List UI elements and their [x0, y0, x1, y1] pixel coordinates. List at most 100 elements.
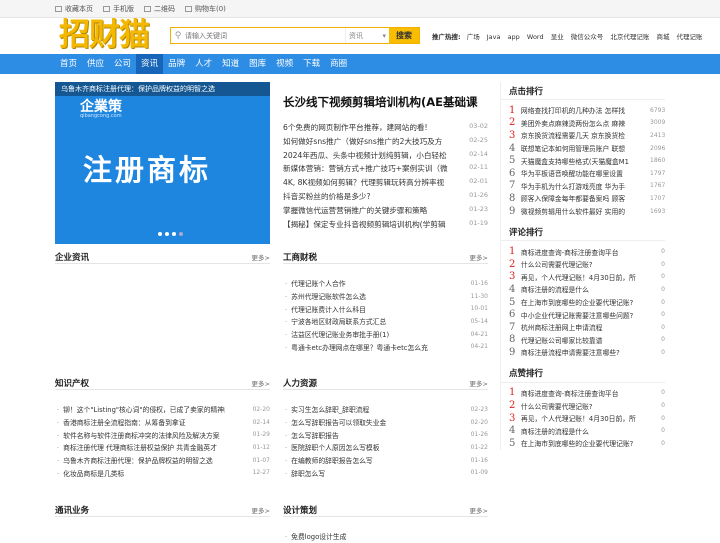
news-item[interactable]: 新媒体营销：营销方式+推广技巧+案例实训（微 02-11 — [283, 163, 488, 177]
rank-item[interactable]: 1 商标进度查询-商标注册查询平台 0 — [501, 245, 665, 258]
list-item-title[interactable]: 粤通卡etc办理网点在哪里？粤通卡etc怎么充 — [283, 342, 453, 352]
rank-item[interactable]: 7 华为手机为什么打游戏亮度 华为手 1767 — [501, 180, 665, 193]
list-item[interactable]: 辞职怎么写 01-09 — [283, 466, 488, 479]
rank-item[interactable]: 4 商标注册的流程是什么 0 — [501, 283, 665, 296]
rank-item[interactable]: 4 商标注册的流程是什么 0 — [501, 424, 665, 437]
more-link[interactable]: 更多> — [470, 505, 488, 515]
list-item[interactable]: 宁波各地区财政局联系方式汇总 05-14 — [283, 315, 488, 328]
rank-item[interactable]: 3 京东换货流程需要几天 京东换货检 2413 — [501, 129, 665, 142]
list-item-title[interactable]: 软件名称与软件注册商标冲突的法律风险及解决方案 — [55, 430, 225, 440]
list-item[interactable]: 铆！这个"Listing"核心词"的侵权，已成了卖家的精神内 02-20 — [55, 403, 270, 416]
slide-dot[interactable] — [179, 232, 183, 236]
rank-item-title[interactable]: 联想笔记本如何用管理员账户 联想 — [521, 143, 650, 153]
list-item[interactable]: 实习生怎么辞职_辞职流程 02-23 — [283, 403, 488, 416]
banner-slideshow[interactable]: 企業策 qibangcong.com 乌鲁木齐商标注册代理：保护品牌权益的明智之… — [55, 82, 270, 244]
list-item-title[interactable]: 苏州代理记账软件怎么选 — [283, 291, 453, 301]
nav-item[interactable]: 图库 — [244, 54, 271, 74]
rank-item[interactable]: 2 什么公司需要代理记账? 0 — [501, 258, 665, 271]
list-item[interactable]: 乌鲁木齐商标注册代理：保护品牌权益的明智之选 01-07 — [55, 454, 270, 467]
hot-word[interactable]: 商城 — [656, 33, 669, 41]
nav-item[interactable]: 人才 — [190, 54, 217, 74]
favorite-link[interactable]: 收藏本页 — [55, 4, 93, 14]
list-item[interactable]: 粤通卡etc办理网点在哪里？粤通卡etc怎么充 04-21 — [283, 340, 488, 353]
hot-word[interactable]: 代理记账 — [677, 33, 703, 41]
cart-link[interactable]: 购物车(0) — [185, 4, 226, 14]
list-item[interactable]: 软件名称与软件注册商标冲突的法律风险及解决方案 01-29 — [55, 428, 270, 441]
rank-item[interactable]: 9 商标注册流程申请需要注意哪些? 0 — [501, 346, 665, 359]
rank-item-title[interactable]: 杭州商标注册网上申请流程 — [521, 322, 650, 332]
slide-dots[interactable] — [158, 232, 186, 236]
list-item[interactable]: 代理记账个人合作 01-16 — [283, 277, 488, 290]
site-logo[interactable]: 招财猫 — [59, 16, 150, 54]
nav-item[interactable]: 公司 — [109, 54, 136, 74]
rank-item[interactable]: 1 网络查找打印机的几种办法 怎样找 6793 — [501, 104, 665, 117]
banner-caption[interactable]: 乌鲁木齐商标注册代理：保护品牌权益的明智之选 — [55, 82, 270, 96]
news-item[interactable]: 2024年西瓜、头条中视频计划纯剪辑，小白轻松 02-14 — [283, 150, 488, 164]
more-link[interactable]: 更多> — [470, 252, 488, 262]
list-item[interactable]: 怎么写辞职报告 01-26 — [283, 428, 488, 441]
rank-item-title[interactable]: 商标注册的流程是什么 — [521, 426, 650, 436]
nav-item[interactable]: 下载 — [298, 54, 325, 74]
news-item[interactable]: 4K, 8K视频如何剪辑？代理剪辑玩转高分辨率视 02-01 — [283, 177, 488, 191]
rank-item-title[interactable]: 华为平板语音唤醒功能在哪里设置 — [521, 168, 650, 178]
news-item[interactable]: 掌握微信代运营营销推广的关键步骤和策略 01-23 — [283, 205, 488, 219]
hot-word[interactable]: 北京代理记账 — [610, 33, 649, 41]
more-link[interactable]: 更多> — [470, 378, 488, 388]
list-item[interactable]: 代理记账费计入什么科目 10-01 — [283, 302, 488, 315]
rank-item-title[interactable]: 在上海市到底哪些的企业要代理记账? — [521, 438, 650, 448]
rank-item-title[interactable]: 网络查找打印机的几种办法 怎样找 — [521, 105, 650, 115]
list-item[interactable]: 怎么写辞职报告可以领取失业金 02-20 — [283, 416, 488, 429]
list-item-title[interactable]: 怎么写辞职报告 — [283, 430, 453, 440]
rank-item-title[interactable]: 再见，个人代理记账！4月30日前，所 — [521, 272, 650, 282]
news-title[interactable]: 6个免费的网页制作平台推荐，建网站的看! — [283, 122, 463, 136]
nav-item[interactable]: 供应 — [82, 54, 109, 74]
rank-item-title[interactable]: 美团外卖点麻辣烫两份怎么点 麻辣 — [521, 118, 650, 128]
search-type-select[interactable]: 资讯 ▾ — [345, 28, 389, 43]
slide-dot[interactable] — [172, 232, 176, 236]
nav-item[interactable]: 品牌 — [163, 54, 190, 74]
news-item[interactable]: 抖音买粉丝的价格是多少? 01-26 — [283, 191, 488, 205]
rank-item-title[interactable]: 什么公司需要代理记账? — [521, 259, 650, 269]
news-title[interactable]: 2024年西瓜、头条中视频计划纯剪辑，小白轻松 — [283, 150, 463, 164]
rank-item[interactable]: 9 微视频剪辑用什么软件最好 实用的 1693 — [501, 205, 665, 218]
rank-item-title[interactable]: 商标进度查询-商标注册查询平台 — [521, 388, 650, 398]
hot-word[interactable]: 微信公众号 — [571, 33, 604, 41]
list-item-title[interactable]: 在编教师的辞职报告怎么写 — [283, 455, 453, 465]
search-input[interactable] — [185, 28, 345, 43]
news-item[interactable]: 如何做好sns推广（做好sns推广的2大技巧及方 02-25 — [283, 136, 488, 150]
rank-item[interactable]: 7 杭州商标注册网上申请流程 0 — [501, 321, 665, 334]
list-item-title[interactable]: 辞职怎么写 — [283, 468, 453, 478]
list-item[interactable]: 苏州代理记账软件怎么选 11-30 — [283, 290, 488, 303]
hot-word[interactable]: 广场 — [467, 33, 480, 41]
hot-word[interactable]: app — [508, 33, 520, 41]
news-title[interactable]: 抖音买粉丝的价格是多少? — [283, 191, 463, 205]
news-title[interactable]: 掌握微信代运营营销推广的关键步骤和策略 — [283, 205, 463, 219]
list-item-title[interactable]: 沽益区代理记账业务审批手册(1) — [283, 329, 453, 339]
list-item[interactable]: 商标注册代理 代理商标注册权益保护 共青金融英才 01-12 — [55, 441, 270, 454]
rank-item[interactable]: 6 华为平板语音唤醒功能在哪里设置 1797 — [501, 167, 665, 180]
list-item-title[interactable]: 宁波各地区财政局联系方式汇总 — [283, 316, 453, 326]
list-item[interactable]: 在编教师的辞职报告怎么写 01-16 — [283, 454, 488, 467]
slide-dot[interactable] — [158, 232, 162, 236]
list-item-title[interactable]: 代理记账费计入什么科目 — [283, 304, 453, 314]
rank-item-title[interactable]: 天猫魔盒支持哪些格式(天猫魔盒M1 — [521, 156, 650, 166]
rank-item-title[interactable]: 顾客入保障金每年都要备案吗 顾客 — [521, 193, 650, 203]
news-title[interactable]: 新媒体营销：营销方式+推广技巧+案例实训（微 — [283, 163, 463, 177]
rank-item[interactable]: 5 天猫魔盒支持哪些格式(天猫魔盒M1 1860 — [501, 154, 665, 167]
news-item[interactable]: 【揭秘】保定专业抖音视频剪辑培训机构(学剪辑 01-19 — [283, 219, 488, 233]
nav-item[interactable]: 知道 — [217, 54, 244, 74]
rank-item[interactable]: 8 代理记账公司哪家比较靠谱 0 — [501, 334, 665, 347]
rank-item-title[interactable]: 华为手机为什么打游戏亮度 华为手 — [521, 181, 650, 191]
slide-dot[interactable] — [165, 232, 169, 236]
list-item-title[interactable]: 怎么写辞职报告可以领取失业金 — [283, 417, 453, 427]
list-item[interactable]: 香港商标注册全流程指南：从筹备到拿证 02-14 — [55, 416, 270, 429]
rank-item-title[interactable]: 微视频剪辑用什么软件最好 实用的 — [521, 206, 650, 216]
rank-item[interactable]: 4 联想笔记本如何用管理员账户 联想 2096 — [501, 142, 665, 155]
rank-item[interactable]: 3 再见，个人代理记账！4月30日前，所 0 — [501, 271, 665, 284]
hot-word[interactable]: Java — [487, 33, 501, 41]
nav-item[interactable]: 商圈 — [325, 54, 352, 74]
rank-item-title[interactable]: 在上海市到底哪些的企业要代理记账? — [521, 297, 650, 307]
rank-item[interactable]: 2 什么公司需要代理记账? 0 — [501, 399, 665, 412]
search-button[interactable]: 搜索 — [389, 28, 419, 43]
rank-item[interactable]: 5 在上海市到底哪些的企业要代理记账? 0 — [501, 437, 665, 450]
